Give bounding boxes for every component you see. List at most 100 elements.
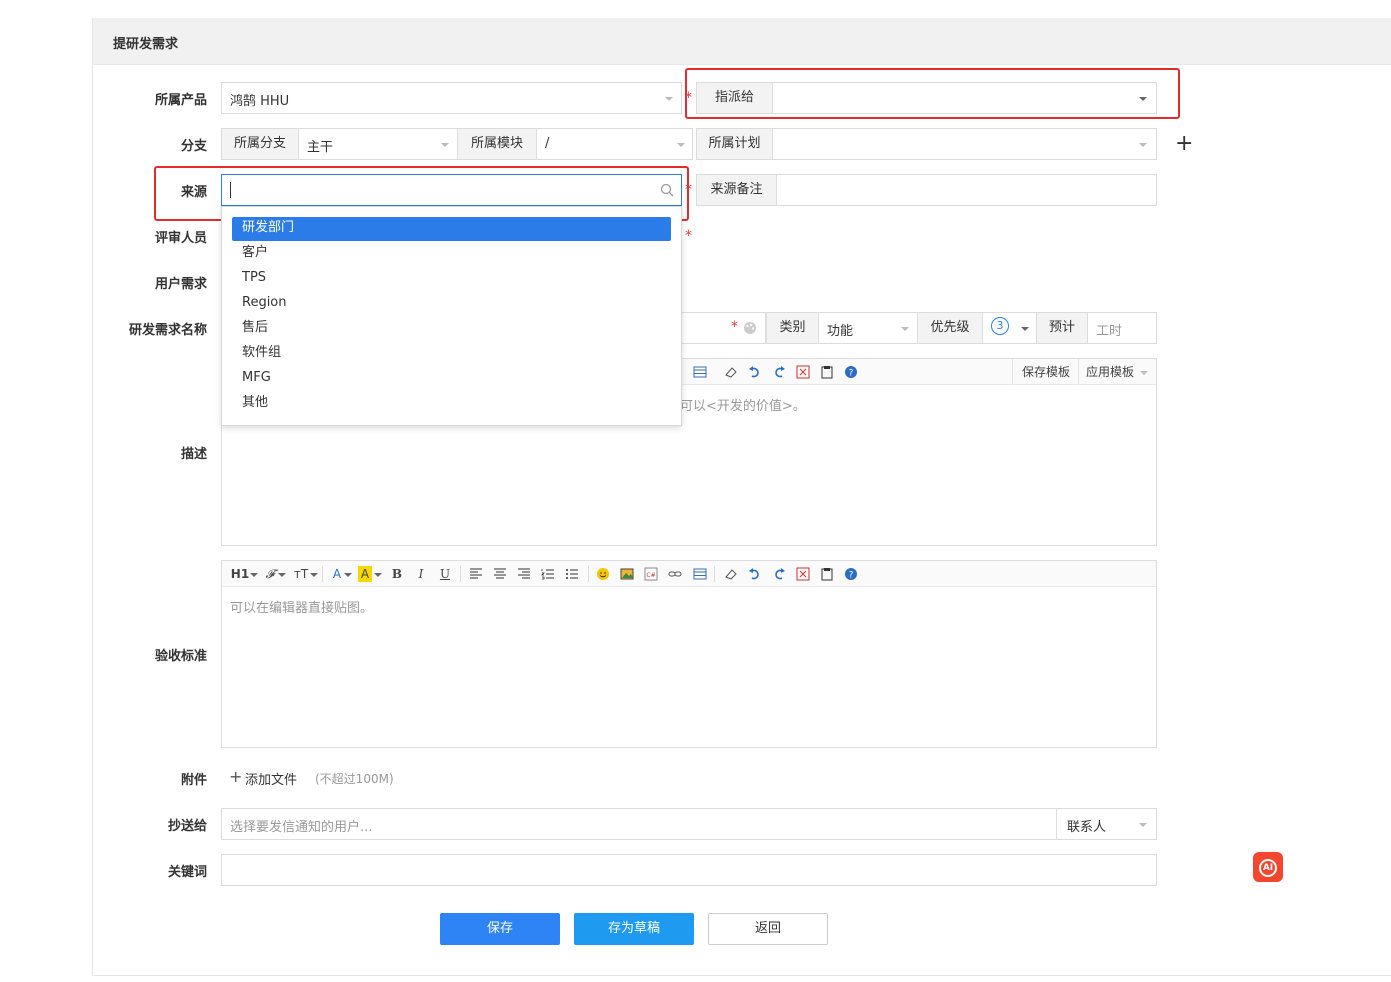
paste-icon[interactable] bbox=[820, 567, 834, 581]
branch-select[interactable]: 主干 bbox=[298, 128, 458, 160]
align-left-icon[interactable] bbox=[469, 567, 483, 581]
add-file-link[interactable]: 添加文件 bbox=[245, 769, 297, 788]
bold-button[interactable]: B bbox=[390, 566, 404, 582]
priority-value: 3 bbox=[991, 317, 1009, 335]
chevron-down-icon bbox=[310, 573, 318, 577]
chevron-down-icon bbox=[1139, 823, 1147, 827]
branch-addon: 所属分支 bbox=[221, 128, 299, 160]
align-center-icon[interactable] bbox=[493, 567, 507, 581]
chevron-down-icon bbox=[901, 327, 909, 331]
bullet-list-icon[interactable] bbox=[565, 567, 579, 581]
divider bbox=[1078, 359, 1079, 385]
contact-select[interactable]: 联系人 bbox=[1056, 808, 1157, 840]
source-option[interactable]: 软件组 bbox=[232, 342, 671, 366]
table-icon[interactable] bbox=[693, 365, 707, 379]
plan-addon: 所属计划 bbox=[696, 128, 773, 160]
reviewer-label: 评审人员 bbox=[154, 231, 207, 246]
product-label: 所属产品 bbox=[154, 93, 207, 108]
plan-select[interactable] bbox=[772, 128, 1157, 160]
undo-icon[interactable] bbox=[748, 365, 762, 379]
save-button[interactable]: 保存 bbox=[440, 913, 560, 945]
highlight-box-assign bbox=[685, 68, 1180, 119]
cc-user-select[interactable]: 选择要发信通知的用户... bbox=[221, 808, 1057, 840]
source-option[interactable]: 客户 bbox=[232, 242, 671, 266]
toolbar-separator bbox=[714, 566, 715, 582]
link-icon[interactable] bbox=[668, 567, 682, 581]
source-note-input[interactable] bbox=[776, 174, 1157, 206]
attach-label: 附件 bbox=[180, 773, 207, 788]
table-icon[interactable] bbox=[693, 567, 707, 581]
highlight-button[interactable]: A bbox=[358, 566, 372, 582]
cc-label: 抄送给 bbox=[167, 819, 207, 834]
category-select[interactable]: 功能 bbox=[818, 312, 918, 344]
chevron-down-icon bbox=[665, 97, 673, 101]
source-dropdown: 研发部门 客户 TPS Region 售后 软件组 MFG 其他 bbox=[221, 206, 682, 426]
redo-icon[interactable] bbox=[772, 567, 786, 581]
source-option[interactable]: MFG bbox=[232, 367, 671, 391]
code-icon[interactable]: C# bbox=[644, 567, 658, 581]
chevron-down-icon bbox=[344, 573, 352, 577]
save-draft-button[interactable]: 存为草稿 bbox=[574, 913, 694, 945]
attach-limit: (不超过100M) bbox=[315, 772, 394, 786]
estimate-input[interactable]: 工时 bbox=[1087, 312, 1157, 344]
source-option[interactable]: 其他 bbox=[232, 392, 671, 416]
emoji-icon[interactable] bbox=[596, 567, 610, 581]
font-color-button[interactable]: A bbox=[330, 566, 344, 582]
required-mark: * bbox=[685, 228, 692, 244]
palette-icon[interactable] bbox=[743, 321, 757, 335]
verify-toolbar: H1 𝓕 тT A A B I U C# ? bbox=[222, 561, 1156, 587]
apply-template-button[interactable]: 应用模板 bbox=[1084, 364, 1136, 380]
source-option[interactable]: 研发部门 bbox=[232, 217, 671, 241]
svg-text:C#: C# bbox=[646, 572, 655, 579]
source-note-addon: 来源备注 bbox=[696, 174, 777, 206]
product-select[interactable]: 鸿鹄 HHU bbox=[221, 82, 682, 114]
page-header: 提研发需求 bbox=[93, 18, 1391, 65]
source-option[interactable]: Region bbox=[232, 292, 671, 316]
svg-text:?: ? bbox=[849, 369, 854, 379]
estimate-addon: 预计 bbox=[1036, 312, 1088, 344]
eraser-icon[interactable] bbox=[724, 365, 738, 379]
fullscreen-icon[interactable] bbox=[796, 365, 810, 379]
heading-button[interactable]: H1 bbox=[230, 566, 250, 582]
fullscreen-icon[interactable] bbox=[796, 567, 810, 581]
align-right-icon[interactable] bbox=[517, 567, 531, 581]
verify-label: 验收标准 bbox=[154, 649, 207, 664]
toolbar-separator bbox=[322, 566, 323, 582]
chevron-down-icon bbox=[677, 143, 685, 147]
save-template-button[interactable]: 保存模板 bbox=[1020, 364, 1072, 380]
keywords-label: 关键词 bbox=[167, 865, 207, 880]
undo-icon[interactable] bbox=[748, 567, 762, 581]
help-icon[interactable]: ? bbox=[844, 365, 858, 379]
chevron-down-icon bbox=[441, 143, 449, 147]
image-icon[interactable] bbox=[620, 567, 634, 581]
module-select[interactable]: / bbox=[536, 128, 693, 160]
source-option[interactable]: TPS bbox=[232, 267, 671, 291]
priority-addon: 优先级 bbox=[917, 312, 983, 344]
font-size-button[interactable]: тT bbox=[292, 566, 310, 582]
desc-placeholder: 可以<开发的价值>。 bbox=[680, 399, 806, 414]
plus-icon[interactable]: + bbox=[229, 767, 242, 786]
help-icon[interactable]: ? bbox=[844, 567, 858, 581]
font-family-button[interactable]: 𝓕 bbox=[262, 566, 278, 582]
chevron-down-icon bbox=[1140, 371, 1148, 375]
toolbar-separator bbox=[460, 566, 461, 582]
source-option[interactable]: 售后 bbox=[232, 317, 671, 341]
underline-button[interactable]: U bbox=[438, 566, 452, 582]
paste-icon[interactable] bbox=[820, 365, 834, 379]
keywords-input[interactable] bbox=[221, 854, 1157, 886]
page-title: 提研发需求 bbox=[113, 37, 179, 52]
chevron-down-icon bbox=[374, 573, 382, 577]
back-button[interactable]: 返回 bbox=[708, 913, 828, 945]
ai-assistant-icon[interactable]: AI bbox=[1253, 852, 1283, 882]
branch-label: 分支 bbox=[180, 139, 207, 154]
redo-icon[interactable] bbox=[772, 365, 786, 379]
eraser-icon[interactable] bbox=[724, 567, 738, 581]
verify-placeholder: 可以在编辑器直接贴图。 bbox=[230, 601, 374, 616]
required-mark: * bbox=[731, 319, 738, 335]
chevron-down-icon bbox=[1021, 327, 1029, 331]
add-plan-icon[interactable]: + bbox=[1175, 131, 1193, 156]
verify-editor[interactable]: H1 𝓕 тT A A B I U C# ? 可以在编辑器直接贴图。 bbox=[221, 560, 1157, 748]
italic-button[interactable]: I bbox=[414, 566, 428, 582]
ordered-list-icon[interactable] bbox=[541, 567, 555, 581]
page-container: 提研发需求 所属产品 鸿鹄 HHU * 指派给 分支 所属分支 主干 所属模块 … bbox=[92, 18, 1391, 976]
